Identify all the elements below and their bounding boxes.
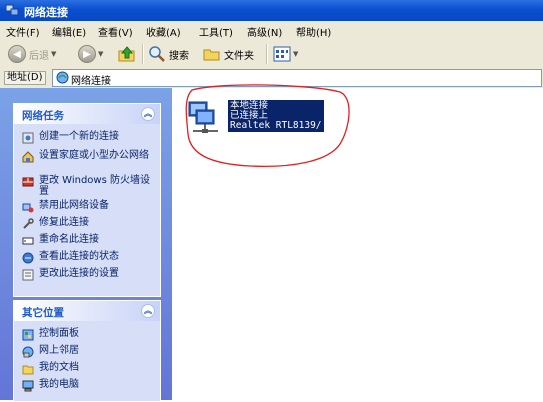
back-arrow-icon: ◀ xyxy=(8,45,26,63)
back-label: 后退 xyxy=(29,50,49,62)
place-my-computer[interactable]: 我的电脑 xyxy=(22,379,156,392)
place-label: 我的文档 xyxy=(39,362,79,373)
views-button[interactable]: ▼ xyxy=(273,45,298,63)
menu-tools[interactable]: 工具(T) xyxy=(199,24,233,39)
network-tasks-title: 网络任务 xyxy=(22,110,64,122)
toolbar: ◀ 后退 ▼ ▶ ▼ 搜索 文件夹 ▼ xyxy=(0,40,543,69)
menu-view[interactable]: 查看(V) xyxy=(98,24,133,39)
other-places-header[interactable]: 其它位置 ︽ xyxy=(14,301,160,321)
task-disable-device[interactable]: 禁用此网络设备 xyxy=(22,200,156,213)
task-label: 重命名此连接 xyxy=(39,234,99,245)
place-network-places[interactable]: 网上邻居 xyxy=(22,345,156,358)
place-label: 网上邻居 xyxy=(39,345,79,356)
disable-device-icon xyxy=(22,203,34,213)
window-title: 网络连接 xyxy=(24,6,68,19)
menu-advanced[interactable]: 高级(N) xyxy=(247,24,282,39)
settings-icon xyxy=(22,269,34,281)
task-label: 查看此连接的状态 xyxy=(39,251,119,262)
forward-button[interactable]: ▶ ▼ xyxy=(78,45,103,63)
repair-icon xyxy=(23,218,34,229)
task-view-status[interactable]: 查看此连接的状态 xyxy=(22,251,156,264)
menu-favorites[interactable]: 收藏(A) xyxy=(146,24,181,39)
folders-label: 文件夹 xyxy=(224,50,254,62)
new-connection-icon xyxy=(22,132,34,144)
menu-help[interactable]: 帮助(H) xyxy=(296,24,331,39)
forward-dropdown-icon[interactable]: ▼ xyxy=(98,50,103,58)
folders-button[interactable]: 文件夹 xyxy=(203,45,254,63)
task-label: 更改此连接的设置 xyxy=(39,268,119,279)
my-documents-icon xyxy=(22,365,34,375)
control-panel-icon xyxy=(22,329,34,341)
other-places-title: 其它位置 xyxy=(22,307,64,319)
home-network-icon xyxy=(22,151,34,163)
my-computer-icon xyxy=(22,380,34,392)
annotation-circle xyxy=(185,84,350,167)
collapse-chevron-icon[interactable]: ︽ xyxy=(141,107,155,121)
place-control-panel[interactable]: 控制面板 xyxy=(22,328,156,341)
task-create-connection[interactable]: 创建一个新的连接 xyxy=(22,131,156,144)
up-button[interactable] xyxy=(118,45,136,63)
task-firewall[interactable]: 更改 Windows 防火墙设置 xyxy=(22,175,156,197)
task-label: 修复此连接 xyxy=(39,217,89,228)
task-pane: 网络任务 ︽ 创建一个新的连接 设置家庭或小型办公网络 更改 Windows 防… xyxy=(0,88,172,402)
views-dropdown-icon[interactable]: ▼ xyxy=(293,50,298,58)
menu-edit[interactable]: 编辑(E) xyxy=(52,24,86,39)
search-button[interactable]: 搜索 xyxy=(148,45,189,63)
folder-up-icon xyxy=(118,46,135,62)
title-bar[interactable]: 网络连接 xyxy=(0,0,543,21)
task-repair[interactable]: 修复此连接 xyxy=(22,217,156,230)
menu-bar: 文件(F) 编辑(E) 查看(V) 收藏(A) 工具(T) 高级(N) 帮助(H… xyxy=(0,21,543,41)
back-button[interactable]: ◀ 后退 ▼ xyxy=(8,45,56,63)
search-label: 搜索 xyxy=(169,50,189,62)
toolbar-separator xyxy=(142,44,144,64)
status-icon xyxy=(22,252,34,264)
task-change-settings[interactable]: 更改此连接的设置 xyxy=(22,268,156,281)
network-connections-icon xyxy=(5,4,19,16)
address-label: 地址(D) xyxy=(4,71,46,85)
firewall-icon xyxy=(22,177,34,187)
collapse-chevron-icon[interactable]: ︽ xyxy=(141,304,155,318)
menu-file[interactable]: 文件(F) xyxy=(6,24,40,39)
other-places-panel: 其它位置 ︽ 控制面板 网上邻居 我的文档 我的电脑 xyxy=(13,300,161,402)
back-dropdown-icon[interactable]: ▼ xyxy=(51,50,56,58)
folders-icon xyxy=(203,49,220,61)
network-tasks-panel: 网络任务 ︽ 创建一个新的连接 设置家庭或小型办公网络 更改 Windows 防… xyxy=(13,103,161,297)
task-label: 更改 Windows 防火墙设置 xyxy=(39,175,150,197)
network-tasks-header[interactable]: 网络任务 ︽ xyxy=(14,104,160,124)
task-label: 创建一个新的连接 xyxy=(39,131,119,142)
network-places-icon xyxy=(22,346,34,358)
place-label: 我的电脑 xyxy=(39,379,79,390)
task-label: 设置家庭或小型办公网络 xyxy=(39,150,149,161)
toolbar-separator xyxy=(266,44,268,64)
place-my-documents[interactable]: 我的文档 xyxy=(22,362,156,375)
task-home-network[interactable]: 设置家庭或小型办公网络 xyxy=(22,150,156,163)
forward-arrow-icon: ▶ xyxy=(78,45,96,63)
search-icon xyxy=(149,46,165,62)
address-value: 网络连接 xyxy=(71,76,111,87)
network-connections-icon xyxy=(56,71,69,84)
task-label: 禁用此网络设备 xyxy=(39,200,109,211)
rename-icon xyxy=(22,237,34,245)
place-label: 控制面板 xyxy=(39,328,79,339)
views-icon xyxy=(273,46,291,62)
task-rename[interactable]: 重命名此连接 xyxy=(22,234,156,247)
